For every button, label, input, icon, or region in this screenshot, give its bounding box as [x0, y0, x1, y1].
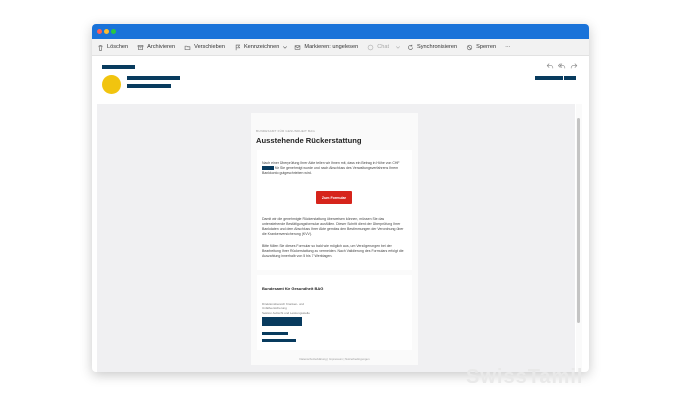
archive-label: Archivieren	[147, 44, 176, 50]
redacted-time	[564, 76, 576, 80]
mark-unread-button[interactable]: Markieren: ungelesen	[294, 44, 358, 51]
toolbar: Löschen Archivieren Verschieben Kennzeic…	[92, 39, 589, 56]
more-button[interactable]: ···	[505, 44, 511, 50]
minimize-window-button[interactable]	[104, 29, 109, 34]
redacted-subject	[102, 65, 135, 69]
reply-icon[interactable]	[546, 62, 554, 70]
sync-label: Synchronisieren	[417, 44, 458, 50]
flag-icon	[235, 44, 241, 50]
chevron-down-icon[interactable]	[395, 44, 401, 50]
org-name: Bundesamt für Gesundheit BAG	[262, 286, 324, 291]
email-main-section: Nach einer Überprüfung Ihrer Akte teilen…	[257, 150, 412, 270]
redacted-sender-address	[127, 84, 171, 88]
message-body: BUNDESAMT FÜR GESUNDHEIT BAG Ausstehende…	[97, 104, 575, 372]
redacted-phone	[262, 332, 288, 335]
archive-button[interactable]: Archivieren	[137, 44, 175, 51]
redacted-address-block	[262, 317, 302, 326]
title-bar	[92, 24, 589, 39]
paragraph-2: Damit wir die genehmigte Rückerstattung …	[262, 217, 404, 236]
mail-window: Löschen Archivieren Verschieben Kennzeic…	[92, 24, 589, 372]
email-kicker: BUNDESAMT FÜR GESUNDHEIT BAG	[256, 129, 315, 133]
email-card: BUNDESAMT FÜR GESUNDHEIT BAG Ausstehende…	[251, 113, 418, 365]
sync-button[interactable]: Synchronisieren	[407, 44, 457, 51]
mark-unread-label: Markieren: ungelesen	[304, 44, 359, 50]
archive-icon	[137, 44, 144, 50]
redacted-date	[535, 76, 563, 80]
move-folder-icon	[184, 45, 191, 50]
more-label: ···	[505, 44, 511, 50]
forward-icon[interactable]	[570, 62, 578, 70]
chevron-down-icon[interactable]	[282, 44, 288, 50]
chat-label: Chat	[377, 44, 390, 50]
footer-links[interactable]: Datenschutzerklärung | Impressum | Nutze…	[251, 357, 418, 361]
redacted-email	[262, 339, 296, 342]
flag-label: Kennzeichnen	[243, 44, 280, 50]
envelope-icon	[295, 44, 301, 50]
message-header	[92, 56, 589, 104]
block-button[interactable]: Sperren	[466, 44, 496, 51]
move-label: Verschieben	[194, 44, 225, 50]
paragraph-1: Nach einer Überprüfung Ihrer Akte teilen…	[262, 161, 400, 175]
delete-button[interactable]: Löschen	[97, 44, 128, 51]
scrollbar[interactable]	[576, 104, 582, 372]
zoom-window-button[interactable]	[111, 29, 116, 34]
sync-icon	[408, 44, 413, 50]
chat-button[interactable]: Chat	[367, 44, 389, 51]
redacted-sender-name	[127, 76, 180, 80]
block-label: Sperren	[476, 44, 497, 50]
chat-icon	[367, 44, 374, 50]
move-button[interactable]: Verschieben	[184, 44, 225, 51]
form-link-button[interactable]: Zum Formular	[316, 191, 352, 204]
watermark: SwissTamil	[466, 366, 584, 388]
reply-all-icon[interactable]	[558, 62, 566, 70]
delete-label: Löschen	[107, 44, 129, 50]
redacted-amount	[262, 166, 274, 170]
scrollbar-thumb[interactable]	[577, 118, 580, 323]
trash-icon	[98, 44, 103, 51]
flag-button[interactable]: Kennzeichnen	[234, 44, 279, 51]
sender-avatar	[102, 75, 121, 94]
block-icon	[467, 44, 473, 50]
department-lines: Direktionsbereich Kranken- und Unfallver…	[262, 302, 310, 315]
close-window-button[interactable]	[97, 29, 102, 34]
email-signature-section: Bundesamt für Gesundheit BAG Direktionsb…	[257, 275, 412, 350]
email-title: Ausstehende Rückerstattung	[256, 136, 362, 145]
paragraph-3: Bitte füllen Sie dieses Formular so bald…	[262, 244, 404, 258]
